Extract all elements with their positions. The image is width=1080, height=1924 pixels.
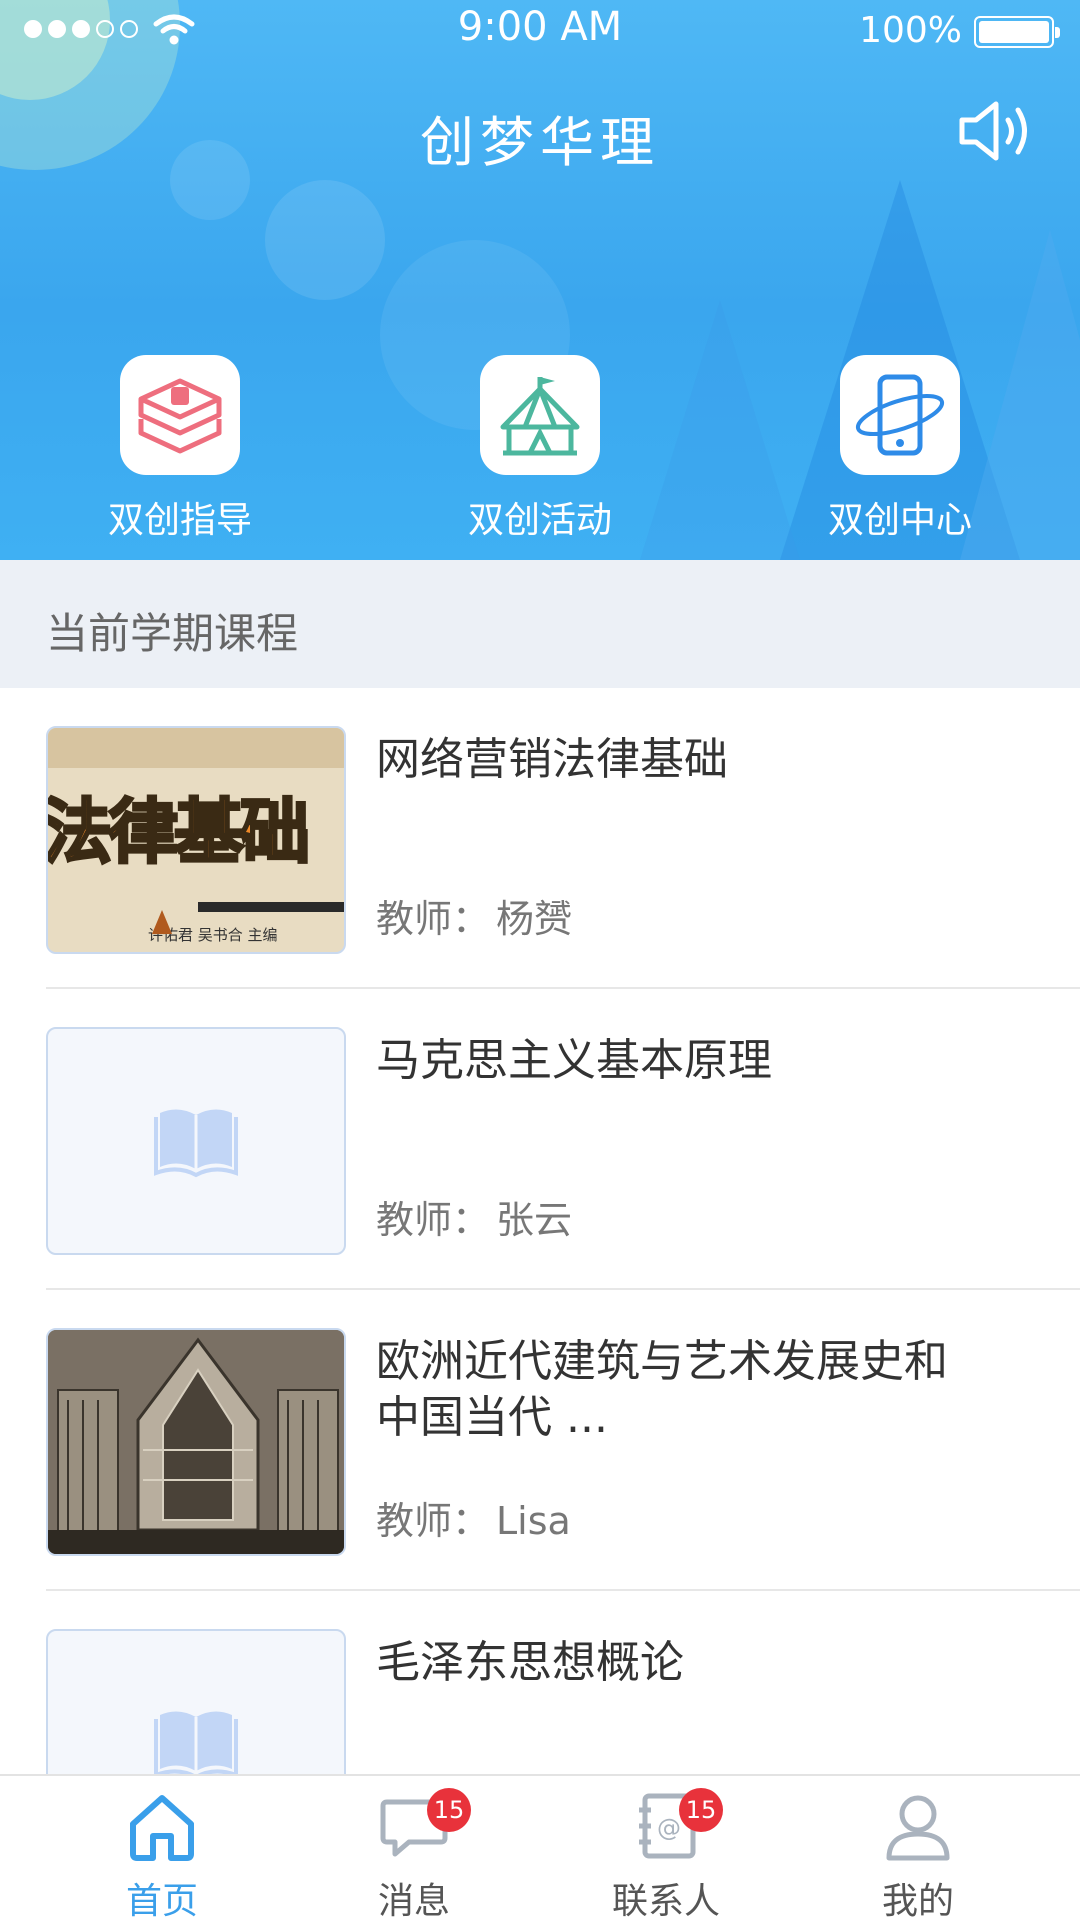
tab-label: 首页: [125, 1881, 198, 1922]
tab-label: 我的: [881, 1881, 954, 1922]
quick-action-guidance[interactable]: 双创指导: [30, 355, 330, 543]
battery-icon: [974, 16, 1060, 48]
cover-text: 法律基础: [46, 790, 312, 875]
cathedral-image: [48, 1330, 344, 1554]
quick-action-tile: [840, 355, 960, 475]
tab-messages[interactable]: 15 消息: [279, 1776, 549, 1922]
book-stack-icon: [138, 378, 222, 454]
quick-action-activity[interactable]: 双创活动: [390, 355, 690, 543]
decor-circle: [265, 180, 385, 300]
phone-orbit-icon: [855, 374, 945, 456]
svg-text:@: @: [657, 1814, 681, 1842]
book-icon: [154, 1711, 238, 1780]
teacher-name: Lisa: [496, 1499, 571, 1543]
tab-label: 联系人: [611, 1881, 720, 1922]
quick-action-label: 双创中心: [827, 500, 972, 541]
book-icon: [154, 1109, 238, 1178]
unread-badge: 15: [679, 1788, 723, 1832]
tab-contacts[interactable]: @ 15 联系人: [531, 1776, 801, 1922]
status-bar: 9:00 AM 100%: [0, 0, 1080, 64]
speaker-icon[interactable]: [958, 96, 1040, 166]
course-teacher: 教师： 杨赟: [376, 888, 572, 943]
teacher-label: 教师：: [376, 1198, 491, 1242]
teacher-name: 杨赟: [496, 897, 573, 941]
tab-bar: 首页 15 消息 @ 15 联系人 我的: [0, 1774, 1080, 1922]
quick-action-tile: [480, 355, 600, 475]
course-cover-placeholder: [46, 1027, 346, 1255]
cover-author: 许佑君 吴书合 主编: [148, 926, 278, 944]
course-item[interactable]: 马克思主义基本原理 教师： 张云: [46, 989, 1080, 1290]
tent-icon: [500, 377, 580, 456]
course-name: 马克思主义基本原理: [376, 1035, 772, 1086]
page-title: 创梦华理: [420, 111, 660, 174]
course-cover-law: 法律基础 许佑君 吴书合 主编: [46, 726, 346, 954]
teacher-label: 教师：: [376, 897, 491, 941]
course-item[interactable]: 欧洲近代建筑与艺术发展史和中国当代 ... 教师： Lisa: [46, 1290, 1080, 1591]
teacher-name: 张云: [496, 1198, 573, 1242]
section-title: 当前学期课程: [46, 609, 299, 658]
tab-label: 消息: [377, 1881, 450, 1922]
course-name: 网络营销法律基础: [376, 734, 728, 785]
tab-home[interactable]: 首页: [27, 1776, 297, 1922]
course-cover-cathedral: [46, 1328, 346, 1556]
course-teacher: 教师： Lisa: [376, 1490, 571, 1545]
user-icon: [886, 1795, 950, 1861]
quick-action-tile: [120, 355, 240, 475]
course-teacher: 教师： 张云: [376, 1189, 572, 1244]
quick-action-label: 双创指导: [107, 500, 252, 541]
tab-profile[interactable]: 我的: [783, 1776, 1053, 1922]
teacher-label: 教师：: [376, 1499, 491, 1543]
course-item[interactable]: 法律基础 许佑君 吴书合 主编 网络营销法律基础 教师： 杨赟: [46, 688, 1080, 989]
course-name: 毛泽东思想概论: [376, 1637, 684, 1688]
course-name: 欧洲近代建筑与艺术发展史和中国当代 ...: [376, 1336, 948, 1443]
home-icon: [130, 1795, 194, 1861]
section-header: 当前学期课程: [0, 560, 1080, 688]
quick-action-label: 双创活动: [467, 500, 612, 541]
course-list: 法律基础 许佑君 吴书合 主编 网络营销法律基础 教师： 杨赟 马克思主义基本原理…: [0, 688, 1080, 1892]
header: 9:00 AM 100% 创梦华理 双创指导 双创活动 双创中心: [0, 0, 1080, 560]
battery-percent: 100%: [859, 10, 962, 51]
unread-badge: 15: [427, 1788, 471, 1832]
quick-action-center[interactable]: 双创中心: [750, 355, 1050, 543]
